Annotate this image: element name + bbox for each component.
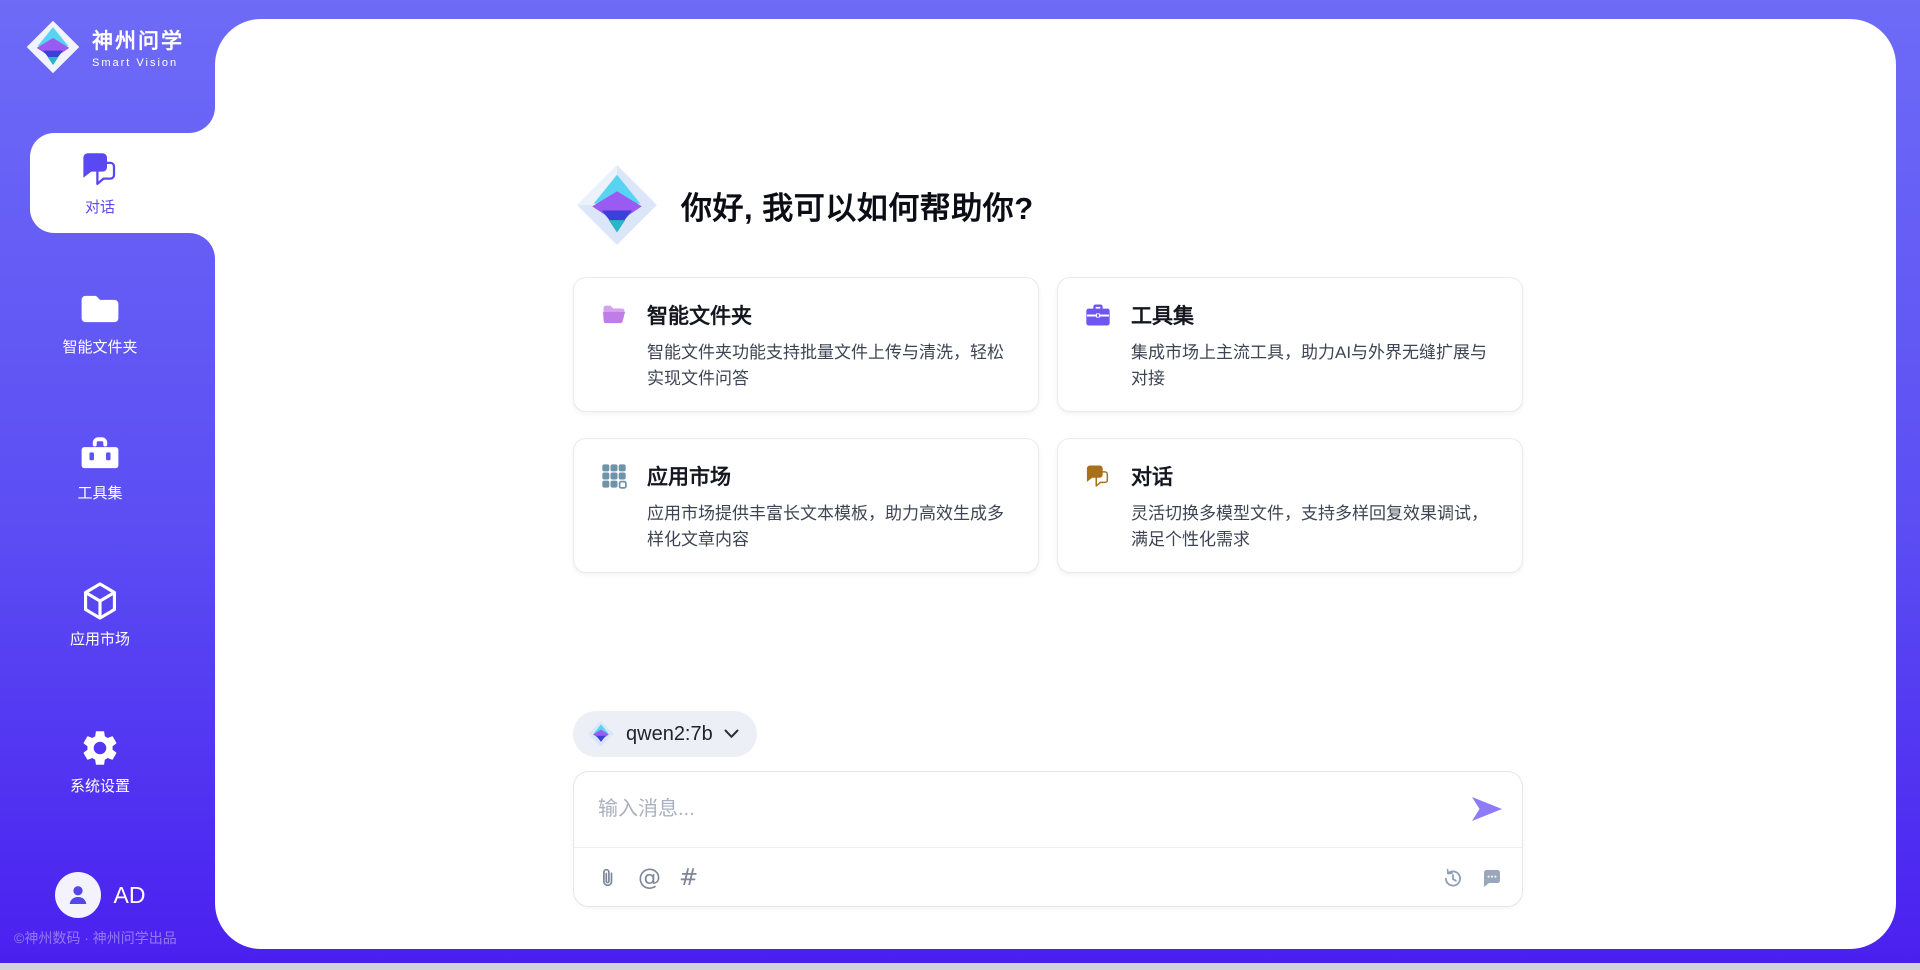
topic-button[interactable]: # [679, 867, 698, 890]
toolbox-icon [79, 434, 121, 476]
feature-cards: 智能文件夹 智能文件夹功能支持批量文件上传与清洗，轻松实现文件问答 工具集 集成… [573, 277, 1523, 573]
model-name: qwen2:7b [626, 723, 713, 746]
greeting-text: 你好, 我可以如何帮助你? [681, 183, 1034, 228]
card-title: 对话 [1131, 461, 1173, 491]
sidebar-item-label: 系统设置 [30, 775, 170, 796]
user-account[interactable]: AD [30, 872, 170, 918]
sidebar-item-chat[interactable]: 对话 [30, 133, 215, 233]
sidebar-item-smart-folder[interactable]: 智能文件夹 [30, 288, 170, 357]
app-subtitle: Smart Vision [92, 57, 184, 69]
logo-diamond-icon [587, 720, 615, 748]
message-composer: @ # [573, 771, 1523, 907]
chat-icon [1084, 462, 1112, 490]
paperclip-icon [596, 866, 620, 890]
history-button[interactable] [1440, 866, 1464, 890]
user-icon [63, 880, 93, 910]
sidebar-item-label: 对话 [30, 196, 170, 217]
card-toolset[interactable]: 工具集 集成市场上主流工具，助力AI与外界无缝扩展与对接 [1057, 277, 1523, 412]
copyright-text: ©神州数码 · 神州问学出品 [14, 928, 177, 948]
sidebar-item-toolset[interactable]: 工具集 [30, 434, 170, 503]
card-title: 应用市场 [647, 461, 731, 491]
card-description: 灵活切换多模型文件，支持多样回复效果调试，满足个性化需求 [1131, 501, 1496, 552]
sidebar-item-label: 智能文件夹 [30, 336, 170, 357]
sidebar-item-settings[interactable]: 系统设置 [30, 727, 170, 796]
sidebar-item-app-market[interactable]: 应用市场 [30, 580, 170, 649]
cube-icon [79, 580, 121, 622]
chat-bubble-icon [1480, 866, 1504, 890]
chat-icon [79, 148, 121, 190]
app-name: 神州问学 [92, 25, 184, 55]
chevron-down-icon [724, 729, 739, 739]
logo-diamond-icon [24, 18, 82, 76]
gear-icon [79, 727, 121, 769]
card-title: 工具集 [1131, 300, 1194, 330]
attach-file-button[interactable] [596, 866, 620, 890]
card-chat[interactable]: 对话 灵活切换多模型文件，支持多样回复效果调试，满足个性化需求 [1057, 438, 1523, 573]
send-button[interactable] [1470, 794, 1506, 824]
page-bottom-strip [0, 963, 1920, 970]
model-selector[interactable]: qwen2:7b [573, 711, 757, 757]
composer-divider [574, 847, 1522, 848]
briefcase-icon [1084, 301, 1112, 329]
card-description: 集成市场上主流工具，助力AI与外界无缝扩展与对接 [1131, 340, 1496, 391]
main-panel: 你好, 我可以如何帮助你? 智能文件夹 智能文件夹功能支持批量文件上传与清洗，轻… [215, 19, 1896, 949]
folder-icon [79, 288, 121, 330]
card-title: 智能文件夹 [647, 300, 752, 330]
avatar [55, 872, 101, 918]
user-initials: AD [114, 882, 146, 909]
tab-curve-top [189, 107, 215, 133]
brand: 神州问学 Smart Vision [24, 18, 184, 76]
card-smart-folder[interactable]: 智能文件夹 智能文件夹功能支持批量文件上传与清洗，轻松实现文件问答 [573, 277, 1039, 412]
card-description: 应用市场提供丰富长文本模板，助力高效生成多样化文章内容 [647, 501, 1012, 552]
message-input[interactable] [574, 772, 1454, 842]
greeting: 你好, 我可以如何帮助你? [573, 161, 1034, 249]
sidebar-item-label: 工具集 [30, 482, 170, 503]
at-icon: @ [638, 867, 661, 890]
hash-icon: # [679, 867, 698, 890]
sidebar: 神州问学 Smart Vision 对话 智能文件夹 工具集 [0, 0, 215, 970]
mention-button[interactable]: @ [638, 867, 661, 890]
send-icon [1470, 795, 1504, 823]
card-description: 智能文件夹功能支持批量文件上传与清洗，轻松实现文件问答 [647, 340, 1012, 391]
tab-curve-bottom [189, 233, 215, 259]
grid-icon [600, 462, 628, 490]
logo-diamond-icon [573, 161, 661, 249]
folder-open-icon [600, 301, 628, 329]
sidebar-item-label: 应用市场 [30, 628, 170, 649]
history-icon [1440, 866, 1464, 890]
card-app-market[interactable]: 应用市场 应用市场提供丰富长文本模板，助力高效生成多样化文章内容 [573, 438, 1039, 573]
new-chat-button[interactable] [1480, 866, 1504, 890]
